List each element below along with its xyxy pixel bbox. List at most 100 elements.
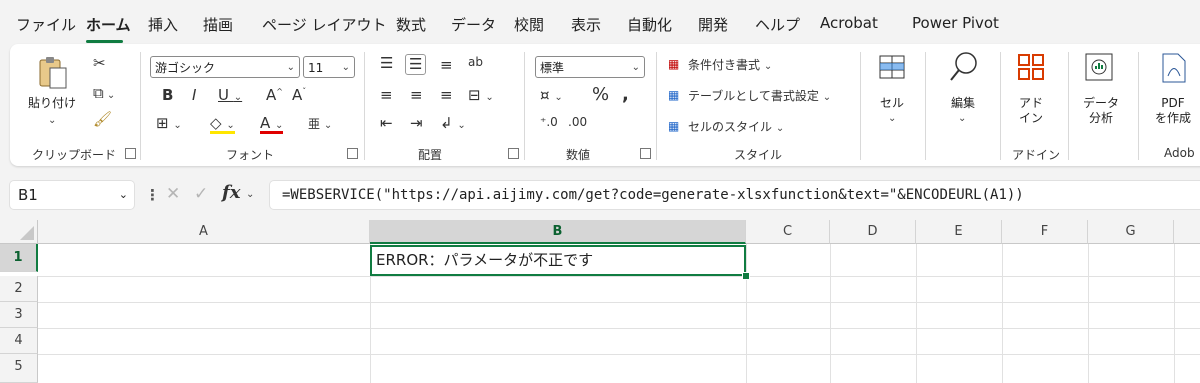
paste-icon[interactable] xyxy=(36,56,70,92)
column-header-e[interactable]: E xyxy=(916,220,1002,244)
font-size-select[interactable]: 11 ⌄ xyxy=(303,56,355,78)
addins-button[interactable]: アド イン xyxy=(1008,96,1054,126)
row-header-2[interactable]: 2 xyxy=(0,276,38,302)
conditional-format-icon[interactable]: ▦ xyxy=(668,58,679,70)
clipboard-launcher-icon[interactable] xyxy=(125,148,136,159)
chevron-down-icon[interactable]: ⌄ xyxy=(888,114,896,124)
decrease-indent-icon[interactable]: ⇤ xyxy=(380,116,393,131)
create-pdf-button[interactable]: PDF を作成 xyxy=(1148,96,1198,126)
row-header-3[interactable]: 3 xyxy=(0,302,38,328)
alignment-launcher-icon[interactable] xyxy=(508,148,519,159)
name-box[interactable]: B1 ⌄ xyxy=(10,181,134,209)
chevron-down-icon[interactable]: ⌄ xyxy=(119,181,128,209)
tab-home[interactable]: ホーム xyxy=(86,14,131,35)
chevron-down-icon[interactable]: ⌄ xyxy=(246,190,254,200)
gridline xyxy=(38,354,1200,355)
tab-view[interactable]: 表示 xyxy=(571,14,601,35)
tab-help[interactable]: ヘルプ xyxy=(755,14,800,35)
enter-icon[interactable]: ✓ xyxy=(194,186,208,203)
conditional-format-button[interactable]: 条件付き書式 ⌄ xyxy=(688,59,772,72)
cells-icon[interactable] xyxy=(877,52,907,82)
tab-review[interactable]: 校閲 xyxy=(514,14,544,35)
column-header-partial[interactable] xyxy=(1174,220,1200,244)
gridline xyxy=(916,244,917,383)
tab-draw[interactable]: 描画 xyxy=(203,14,233,35)
underline-icon[interactable]: U ⌄ xyxy=(218,88,242,103)
align-top-icon[interactable]: ☰ xyxy=(380,56,393,71)
format-as-table-icon[interactable]: ▦ xyxy=(668,89,679,101)
tab-acrobat[interactable]: Acrobat xyxy=(820,14,878,32)
tab-insert[interactable]: 挿入 xyxy=(148,14,178,35)
increase-indent-icon[interactable]: ⇥ xyxy=(410,116,423,131)
formula-input[interactable]: =WEBSERVICE("https://api.aijimy.com/get?… xyxy=(270,181,1200,209)
tab-data[interactable]: データ xyxy=(451,14,496,35)
align-bottom-icon[interactable]: ≡ xyxy=(440,58,453,73)
border-icon[interactable]: ⊞ ⌄ xyxy=(156,116,182,131)
comma-style-icon[interactable]: , xyxy=(622,86,629,104)
cell-styles-button[interactable]: セルのスタイル ⌄ xyxy=(688,121,784,134)
tab-file[interactable]: ファイル xyxy=(16,14,76,35)
column-header-c[interactable]: C xyxy=(746,220,830,244)
merge-center-icon[interactable]: ⊟ ⌄ xyxy=(468,88,494,103)
format-painter-icon[interactable]: 🖌 xyxy=(93,112,112,127)
alignment-group-label: 配置 xyxy=(418,148,443,162)
column-header-a[interactable]: A xyxy=(38,220,370,244)
row-header-5[interactable]: 5 xyxy=(0,354,38,383)
number-launcher-icon[interactable] xyxy=(640,148,651,159)
divider xyxy=(524,52,525,160)
align-center-icon[interactable]: ≡ xyxy=(410,88,423,103)
wrap-text-icon[interactable]: ↲ ⌄ xyxy=(440,116,466,131)
paste-chevron-icon[interactable]: ⌄ xyxy=(48,116,56,126)
grow-font-icon[interactable]: A^ xyxy=(266,88,283,103)
cell-a1[interactable] xyxy=(38,244,370,276)
chevron-down-icon[interactable]: ⌄ xyxy=(958,114,966,124)
tab-automate[interactable]: 自動化 xyxy=(627,14,672,35)
font-name-select[interactable]: 游ゴシック ⌄ xyxy=(150,56,300,78)
tab-power-pivot[interactable]: Power Pivot xyxy=(912,14,999,32)
font-color-icon[interactable]: A ⌄ xyxy=(260,116,284,134)
percent-style-icon[interactable]: % xyxy=(592,86,609,104)
pdf-icon[interactable] xyxy=(1160,52,1188,84)
paste-label[interactable]: 貼り付け xyxy=(24,96,80,111)
bold-icon[interactable]: B xyxy=(162,88,173,103)
more-icon[interactable]: ⋮ xyxy=(145,188,160,203)
copy-icon[interactable]: ⧉ ⌄ xyxy=(93,86,115,101)
insert-function-button[interactable]: fx xyxy=(222,184,240,202)
gridline xyxy=(1174,244,1175,383)
italic-icon[interactable]: I xyxy=(192,88,196,103)
cut-icon[interactable]: ✂ xyxy=(93,56,106,71)
data-analysis-icon[interactable] xyxy=(1084,52,1116,84)
fill-handle[interactable] xyxy=(742,272,750,280)
cell-styles-icon[interactable]: ▦ xyxy=(668,120,679,132)
align-right-icon[interactable]: ≡ xyxy=(440,88,453,103)
column-header-b[interactable]: B xyxy=(370,220,746,244)
font-launcher-icon[interactable] xyxy=(347,148,358,159)
tab-formulas[interactable]: 数式 xyxy=(396,14,426,35)
align-middle-icon[interactable]: ☰ xyxy=(405,54,427,75)
column-header-g[interactable]: G xyxy=(1088,220,1174,244)
tab-developer[interactable]: 開発 xyxy=(698,14,728,35)
cells-button[interactable]: セル xyxy=(870,96,914,111)
editing-button[interactable]: 編集 xyxy=(940,96,986,111)
cell-b1[interactable]: ERROR：パラメータが不正です xyxy=(370,245,746,276)
decrease-decimal-icon[interactable]: .00 xyxy=(568,116,587,128)
data-analysis-button[interactable]: データ 分析 xyxy=(1078,96,1124,126)
increase-decimal-icon[interactable]: ⁺.0 xyxy=(540,116,558,128)
search-icon[interactable] xyxy=(948,50,980,84)
select-all-button[interactable] xyxy=(0,220,38,244)
shrink-font-icon[interactable]: Aˇ xyxy=(292,88,306,103)
tab-page-layout[interactable]: ページ レイアウト xyxy=(262,14,386,35)
row-header-4[interactable]: 4 xyxy=(0,328,38,354)
fill-color-icon[interactable]: ◇ ⌄ xyxy=(210,116,235,134)
row-header-1[interactable]: 1 xyxy=(0,244,38,272)
orientation-icon[interactable]: ab xyxy=(468,56,483,68)
align-left-icon[interactable]: ≡ xyxy=(380,88,393,103)
format-as-table-button[interactable]: テーブルとして書式設定 ⌄ xyxy=(688,90,831,103)
column-header-f[interactable]: F xyxy=(1002,220,1088,244)
accounting-format-icon[interactable]: ¤ ⌄ xyxy=(540,88,563,103)
number-format-select[interactable]: 標準 ⌄ xyxy=(535,56,645,78)
cancel-icon[interactable]: ✕ xyxy=(166,186,180,203)
phonetic-icon[interactable]: 亜 ⌄ xyxy=(308,118,332,131)
addins-icon[interactable] xyxy=(1016,52,1046,82)
column-header-d[interactable]: D xyxy=(830,220,916,244)
